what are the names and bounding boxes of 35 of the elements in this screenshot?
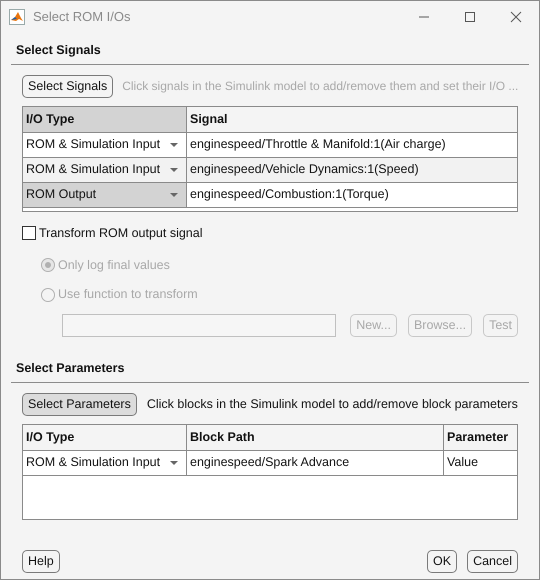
column-header[interactable]: Block Path: [187, 424, 444, 450]
table-cell-text: enginespeed/Throttle & Manifold:1(Air charge): [189, 136, 447, 154]
cancel-button[interactable]: Cancel: [467, 550, 518, 573]
table-cell-text: enginespeed/Vehicle Dynamics:1(Speed): [189, 161, 420, 178]
checkbox-label: Transform ROM output signal: [39, 224, 202, 242]
help-button[interactable]: Help: [22, 550, 60, 573]
dropdown-caret-icon: [170, 192, 178, 197]
column-header[interactable]: I/O Type: [23, 106, 187, 132]
maximize-icon[interactable]: [464, 10, 476, 22]
io-type-dropdown[interactable]: ROM & Simulation Input: [23, 132, 187, 157]
checkbox[interactable]: [22, 226, 36, 240]
column-header[interactable]: Parameter: [444, 424, 517, 450]
io-type-dropdown[interactable]: ROM & Simulation Input: [23, 158, 187, 182]
close-icon[interactable]: [510, 10, 522, 22]
select-signals-button[interactable]: Select Signals: [22, 74, 114, 98]
app-icon: [9, 8, 25, 24]
hint-text: Click signals in the Simulink model to add/remove them and set their I/O ...: [122, 78, 518, 96]
section-heading: Select Signals: [16, 42, 101, 59]
table-cell: enginespeed/Spark Advance: [187, 450, 444, 475]
radio-label: Use function to transform: [58, 286, 198, 304]
column-header[interactable]: Signal: [187, 106, 517, 132]
dropdown-caret-icon: [170, 460, 178, 465]
column-header[interactable]: I/O Type: [23, 424, 187, 450]
io-type-dropdown[interactable]: ROM & Simulation Input: [23, 450, 187, 475]
table-cell-text: Value: [446, 454, 480, 472]
hint-text: Click blocks in the Simulink model to add/remove block parameters: [146, 396, 518, 413]
section-heading: Select Parameters: [16, 360, 124, 377]
io-type-dropdown[interactable]: ROM Output: [23, 182, 187, 207]
ok-button[interactable]: OK: [427, 550, 458, 573]
radio-label: Only log final values: [58, 256, 170, 274]
select-parameters-button[interactable]: Select Parameters: [22, 392, 137, 416]
dropdown-caret-icon: [170, 142, 178, 147]
dropdown-caret-icon: [170, 168, 178, 172]
window-title: Select ROM I/Os: [33, 8, 131, 26]
table-cell-text: enginespeed/Combustion:1(Torque): [189, 186, 390, 204]
